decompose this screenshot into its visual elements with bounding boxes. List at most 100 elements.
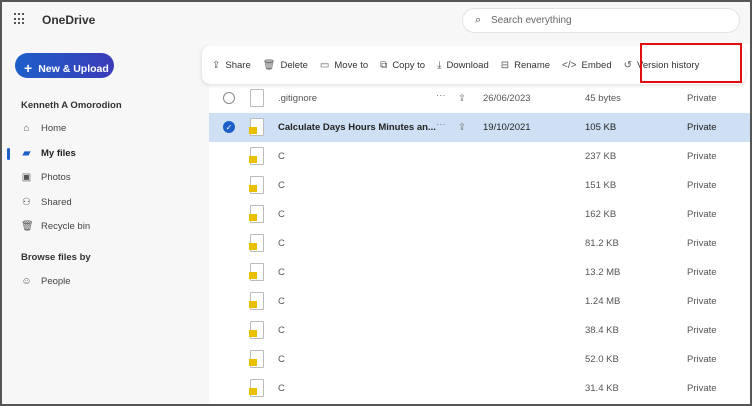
file-row[interactable]: ✓ Calculate Days Hours Minutes an... ··· ⇪ 1… xyxy=(209,113,750,142)
file-size: 1.24 MB xyxy=(585,296,621,307)
download-button[interactable]: ⤓ Download xyxy=(437,60,489,71)
file-sharing: Private xyxy=(687,93,717,104)
user-name: Kenneth A Omorodion xyxy=(21,100,122,111)
file-size: 81.2 KB xyxy=(585,238,619,249)
file-size: 237 KB xyxy=(585,151,617,162)
excel-file-icon xyxy=(249,292,264,310)
file-row[interactable]: C 151 KB Private xyxy=(209,171,750,200)
file-row[interactable]: C 81.2 KB Private xyxy=(209,229,750,258)
file-name[interactable]: C xyxy=(278,151,285,162)
trash-icon: 🗑 xyxy=(262,59,276,71)
excel-file-icon xyxy=(249,205,264,223)
download-icon: ⤓ xyxy=(437,59,442,71)
browse-header: Browse files by xyxy=(21,252,91,263)
file-name[interactable]: C xyxy=(278,325,285,336)
file-name[interactable]: C xyxy=(278,209,285,220)
history-icon: ↺ xyxy=(623,59,633,71)
file-name[interactable]: Calculate Days Hours Minutes an... xyxy=(278,122,436,133)
copy-to-button[interactable]: ⧉ Copy to xyxy=(380,60,425,71)
file-sharing: Private xyxy=(687,122,717,133)
file-name[interactable]: C xyxy=(278,267,285,278)
file-size: 105 KB xyxy=(585,122,617,133)
excel-file-icon xyxy=(249,263,264,281)
file-sharing: Private xyxy=(687,296,717,307)
share-icon[interactable]: ⇪ xyxy=(458,93,466,104)
file-sharing: Private xyxy=(687,151,717,162)
file-row[interactable]: C 31.4 KB Private xyxy=(209,374,750,403)
file-size: 13.2 MB xyxy=(585,267,621,278)
copy-icon: ⧉ xyxy=(380,59,388,71)
folder-icon: ▰ xyxy=(22,148,31,159)
sidebar-item-photos[interactable]: ▣ Photos xyxy=(21,172,71,183)
app-title: OneDrive xyxy=(42,13,96,27)
rename-button[interactable]: ⊟ Rename xyxy=(501,60,550,71)
sidebar-item-home[interactable]: ⌂ Home xyxy=(21,123,66,134)
file-name[interactable]: C xyxy=(278,354,285,365)
more-actions-icon[interactable]: ··· xyxy=(436,90,446,101)
file-row[interactable]: .gitignore ··· ⇪ 26/06/2023 45 bytes Private xyxy=(209,84,750,113)
new-upload-button[interactable]: + New & Upload xyxy=(15,53,114,78)
sidebar-item-shared[interactable]: ⚇ Shared xyxy=(21,197,72,208)
share-button[interactable]: ⇪ Share xyxy=(212,60,251,71)
file-row[interactable]: C 13.2 MB Private xyxy=(209,258,750,287)
file-sharing: Private xyxy=(687,383,717,394)
file-name[interactable]: C xyxy=(278,180,285,191)
file-name[interactable]: C xyxy=(278,238,285,249)
file-sharing: Private xyxy=(687,325,717,336)
excel-file-icon xyxy=(249,176,264,194)
embed-icon: </> xyxy=(562,59,577,71)
search-input[interactable]: ⌕ Search everything xyxy=(462,8,740,33)
file-modified: 19/10/2021 xyxy=(483,122,531,133)
excel-file-icon xyxy=(249,350,264,368)
row-checkbox[interactable]: ✓ xyxy=(223,121,235,133)
file-icon xyxy=(250,89,264,107)
share-icon: ⇪ xyxy=(212,59,221,71)
file-modified: 26/06/2023 xyxy=(483,93,531,104)
file-size: 31.4 KB xyxy=(585,383,619,394)
delete-button[interactable]: 🗑 Delete xyxy=(263,60,308,71)
file-row[interactable]: C 52.0 KB Private xyxy=(209,345,750,374)
photos-icon: ▣ xyxy=(21,172,32,183)
home-icon: ⌂ xyxy=(23,123,30,134)
search-icon: ⌕ xyxy=(475,14,482,26)
trash-icon: 🗑 xyxy=(21,221,34,232)
app-launcher-icon[interactable] xyxy=(14,13,26,25)
file-sharing: Private xyxy=(687,238,717,249)
active-indicator xyxy=(7,148,10,160)
plus-icon: + xyxy=(24,60,33,76)
rename-icon: ⊟ xyxy=(500,59,510,71)
shared-icon: ⚇ xyxy=(22,197,31,208)
file-size: 38.4 KB xyxy=(585,325,619,336)
highlight-box xyxy=(640,43,742,83)
sidebar-item-recycle-bin[interactable]: 🗑 Recycle bin xyxy=(21,221,90,232)
move-icon: ▭ xyxy=(319,59,330,71)
excel-file-icon xyxy=(249,234,264,252)
file-row[interactable]: C 38.4 KB Private xyxy=(209,316,750,345)
file-sharing: Private xyxy=(687,180,717,191)
file-size: 45 bytes xyxy=(585,93,621,104)
excel-file-icon xyxy=(249,379,264,397)
file-row[interactable]: C 162 KB Private xyxy=(209,200,750,229)
file-sharing: Private xyxy=(687,209,717,220)
more-actions-icon[interactable]: ··· xyxy=(436,119,446,130)
excel-file-icon xyxy=(249,118,264,136)
file-sharing: Private xyxy=(687,354,717,365)
excel-file-icon xyxy=(249,321,264,339)
excel-file-icon xyxy=(249,147,264,165)
file-name[interactable]: .gitignore xyxy=(278,93,317,104)
file-name[interactable]: C xyxy=(278,296,285,307)
person-icon: ☺ xyxy=(21,276,32,287)
file-size: 162 KB xyxy=(585,209,617,220)
file-size: 151 KB xyxy=(585,180,617,191)
file-sharing: Private xyxy=(687,267,717,278)
onedrive-window: OneDrive ⌕ Search everything + New & Uploa… xyxy=(0,0,752,406)
share-icon[interactable]: ⇪ xyxy=(458,122,466,133)
sidebar-item-people[interactable]: ☺ People xyxy=(21,276,70,287)
file-row[interactable]: C 1.24 MB Private xyxy=(209,287,750,316)
embed-button[interactable]: </> Embed xyxy=(562,60,612,71)
row-checkbox[interactable] xyxy=(223,92,235,104)
file-row[interactable]: C 237 KB Private xyxy=(209,142,750,171)
file-name[interactable]: C xyxy=(278,383,285,394)
move-to-button[interactable]: ▭ Move to xyxy=(320,60,368,71)
sidebar-item-my-files[interactable]: ▰ My files xyxy=(21,148,76,159)
